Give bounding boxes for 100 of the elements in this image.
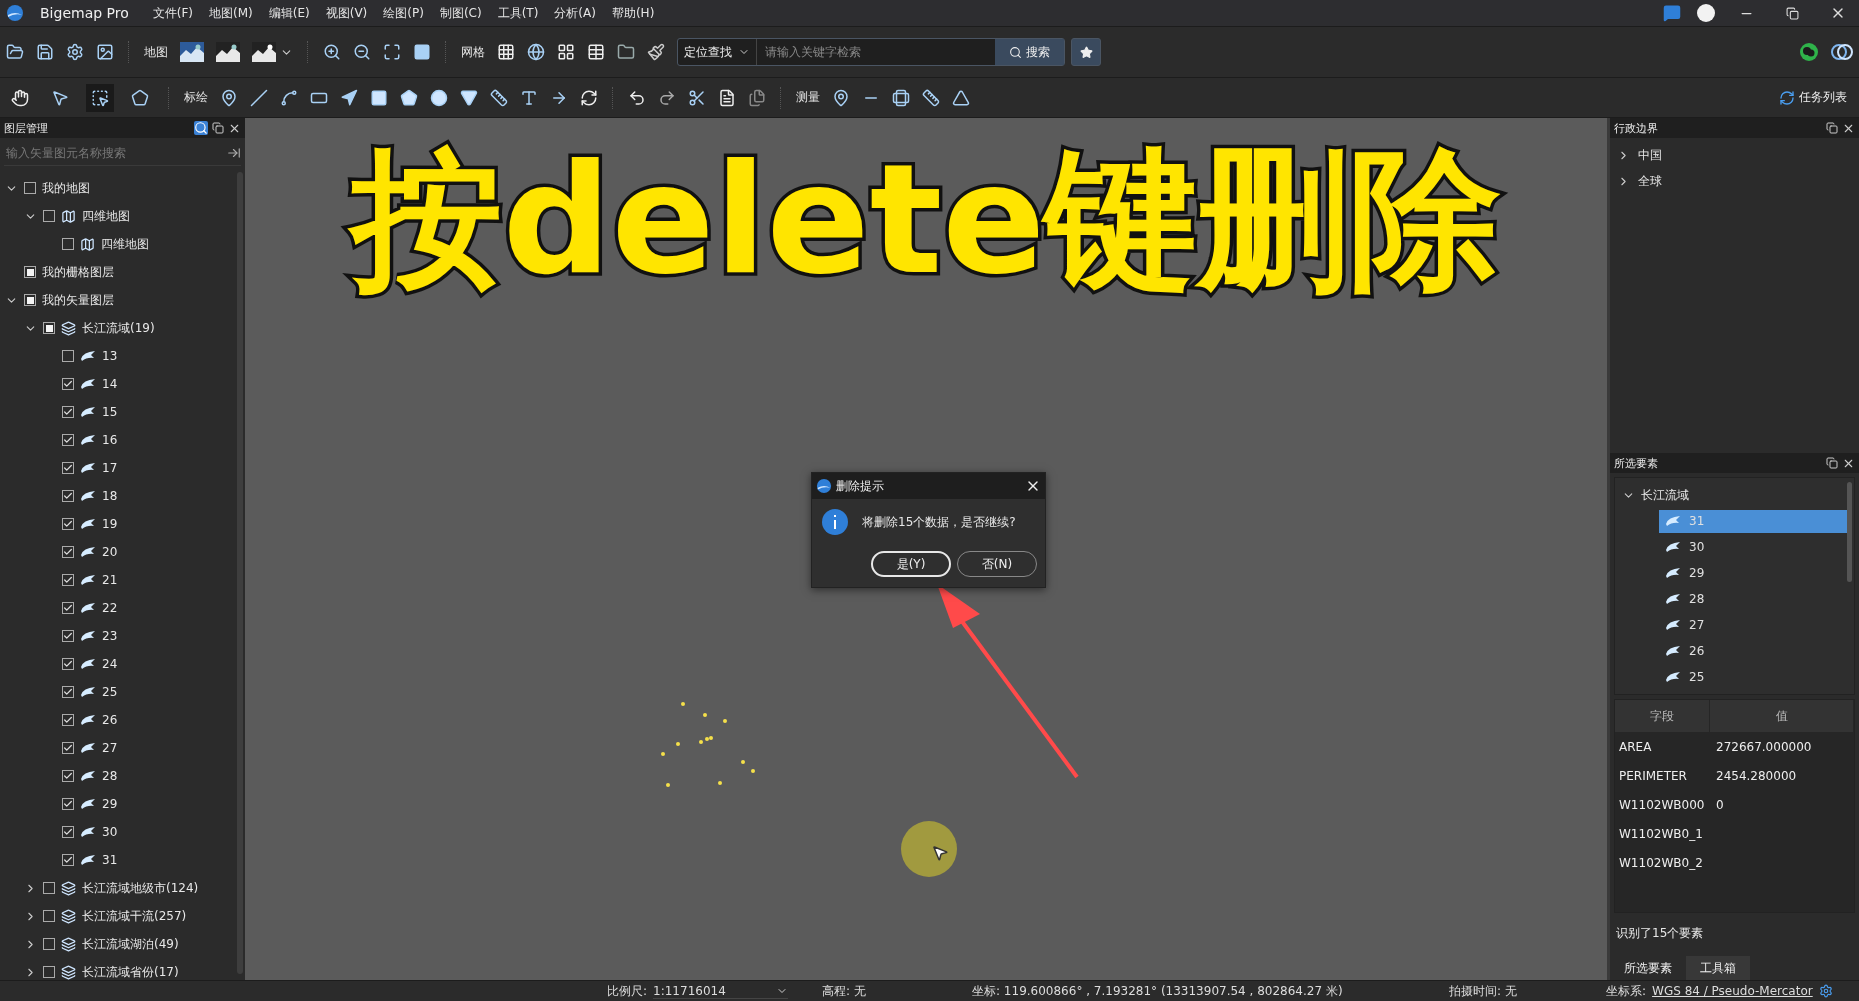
map-pin-icon[interactable] bbox=[220, 88, 238, 107]
layer-name[interactable]: 长江流域地级市(124) bbox=[82, 879, 199, 897]
layer-name[interactable]: 20 bbox=[102, 545, 118, 559]
checkbox[interactable] bbox=[62, 434, 74, 446]
float-icon[interactable] bbox=[1826, 122, 1838, 134]
layer-name[interactable]: 22 bbox=[102, 601, 118, 615]
region-name[interactable]: 全球 bbox=[1638, 172, 1662, 190]
globe-icon[interactable] bbox=[527, 43, 545, 61]
checkbox[interactable] bbox=[62, 630, 74, 642]
checkbox[interactable] bbox=[62, 462, 74, 474]
restore-icon[interactable] bbox=[1785, 6, 1799, 20]
checkbox[interactable] bbox=[62, 350, 74, 362]
checkbox[interactable] bbox=[43, 882, 55, 894]
checkbox[interactable] bbox=[62, 238, 74, 250]
line-icon[interactable] bbox=[250, 88, 268, 107]
table-grid-icon[interactable] bbox=[587, 43, 605, 61]
checkbox[interactable] bbox=[24, 294, 36, 306]
text-icon[interactable] bbox=[520, 88, 538, 107]
checkbox[interactable] bbox=[43, 210, 55, 222]
layer-name[interactable]: 15 bbox=[102, 405, 118, 419]
checkbox[interactable] bbox=[62, 490, 74, 502]
layer-name[interactable]: 24 bbox=[102, 657, 118, 671]
map-canvas[interactable]: 按delete键删除 删除提示 将删除15个数据，是否继续? 是(Y) 否(N) bbox=[245, 118, 1607, 980]
checkbox[interactable] bbox=[62, 574, 74, 586]
image-icon[interactable] bbox=[96, 43, 114, 61]
menu-item[interactable]: 编辑(E) bbox=[268, 4, 310, 22]
layer-name[interactable]: 13 bbox=[102, 349, 118, 363]
layer-name[interactable]: 19 bbox=[102, 517, 118, 531]
checkbox[interactable] bbox=[62, 770, 74, 782]
save-icon[interactable] bbox=[36, 43, 54, 61]
location-pin-icon[interactable] bbox=[832, 88, 850, 107]
checkbox[interactable] bbox=[43, 938, 55, 950]
checkbox[interactable] bbox=[62, 714, 74, 726]
checkbox[interactable] bbox=[62, 406, 74, 418]
scrollbar[interactable] bbox=[1847, 482, 1852, 582]
layer-name[interactable]: 27 bbox=[102, 741, 118, 755]
checkbox[interactable] bbox=[43, 910, 55, 922]
region-name[interactable]: 中国 bbox=[1638, 146, 1662, 164]
layer-name[interactable]: 我的栅格图层 bbox=[42, 263, 114, 281]
layer-name[interactable]: 17 bbox=[102, 461, 118, 475]
broom-icon[interactable] bbox=[647, 43, 665, 61]
layer-name[interactable]: 长江流域(19) bbox=[82, 319, 155, 337]
layer-name[interactable]: 长江流域干流(257) bbox=[82, 907, 187, 925]
zoom-out-icon[interactable] bbox=[353, 43, 371, 61]
layer-name[interactable]: 14 bbox=[102, 377, 118, 391]
undo-icon[interactable] bbox=[628, 88, 646, 107]
feature-item[interactable]: 27 bbox=[1659, 613, 1847, 637]
layer-name[interactable]: 25 bbox=[102, 685, 118, 699]
layer-name[interactable]: 21 bbox=[102, 573, 118, 587]
checkbox[interactable] bbox=[62, 686, 74, 698]
task-list-button[interactable]: 任务列表 bbox=[1773, 88, 1853, 107]
checkbox[interactable] bbox=[24, 182, 36, 194]
favorite-button[interactable] bbox=[1071, 38, 1101, 66]
circle-icon[interactable] bbox=[430, 88, 448, 107]
layer-name[interactable]: 29 bbox=[102, 797, 118, 811]
float-icon[interactable] bbox=[1826, 457, 1838, 469]
menu-item[interactable]: 地图(M) bbox=[209, 4, 253, 22]
feature-item[interactable]: 28 bbox=[1659, 587, 1847, 611]
document-icon[interactable] bbox=[718, 88, 736, 107]
search-field[interactable]: 输入矢量图元名称搜索 bbox=[4, 144, 227, 161]
float-icon[interactable] bbox=[212, 122, 224, 134]
grid-icon[interactable] bbox=[497, 43, 515, 61]
dialog-button[interactable]: 否(N) bbox=[957, 551, 1037, 577]
layer-name[interactable]: 26 bbox=[102, 713, 118, 727]
settings-icon[interactable] bbox=[1818, 984, 1833, 998]
layer-name[interactable]: 16 bbox=[102, 433, 118, 447]
layer-name[interactable]: 四维地图 bbox=[82, 207, 130, 225]
search-bar[interactable]: 定位查找 请输入关键字检索 搜索 bbox=[677, 38, 1065, 66]
checkbox[interactable] bbox=[24, 266, 36, 278]
dialog-button[interactable]: 是(Y) bbox=[871, 551, 951, 577]
ruler-icon[interactable] bbox=[490, 88, 508, 107]
checkbox[interactable] bbox=[62, 826, 74, 838]
search-button[interactable]: 搜索 bbox=[995, 39, 1064, 65]
panel-tab[interactable]: 工具箱 bbox=[1686, 956, 1750, 980]
area-icon[interactable] bbox=[892, 88, 910, 107]
map-thumbnail-icon[interactable] bbox=[252, 42, 276, 62]
layer-name[interactable]: 长江流域 bbox=[1641, 486, 1689, 504]
layer-name[interactable]: 长江流域湖泊(49) bbox=[82, 935, 179, 953]
scissors-icon[interactable] bbox=[688, 88, 706, 107]
zoom-extent-icon[interactable] bbox=[383, 43, 401, 61]
map-thumbnail-icon[interactable] bbox=[180, 42, 204, 62]
checkbox[interactable] bbox=[43, 966, 55, 978]
feature-item[interactable]: 30 bbox=[1659, 535, 1847, 559]
square-icon[interactable] bbox=[370, 88, 388, 107]
scale-dropdown[interactable]: 1:11716014 bbox=[653, 983, 789, 999]
avatar-icon[interactable] bbox=[1697, 4, 1715, 22]
checkbox[interactable] bbox=[62, 854, 74, 866]
angle-ruler-icon[interactable] bbox=[922, 88, 940, 107]
crs-link[interactable]: WGS 84 / Pseudo-Mercator bbox=[1652, 984, 1813, 998]
menu-item[interactable]: 制图(C) bbox=[439, 4, 482, 22]
feature-item[interactable]: 29 bbox=[1659, 561, 1847, 585]
redo-icon[interactable] bbox=[658, 88, 676, 107]
menu-item[interactable]: 帮助(H) bbox=[611, 4, 655, 22]
menu-item[interactable]: 分析(A) bbox=[554, 4, 596, 22]
feature-item[interactable]: 25 bbox=[1659, 665, 1847, 689]
menu-item[interactable]: 工具(T) bbox=[497, 4, 539, 22]
checkbox[interactable] bbox=[62, 378, 74, 390]
angle-icon[interactable] bbox=[952, 88, 970, 107]
layer-name[interactable]: 四维地图 bbox=[101, 235, 149, 253]
zoom-in-icon[interactable] bbox=[323, 43, 341, 61]
